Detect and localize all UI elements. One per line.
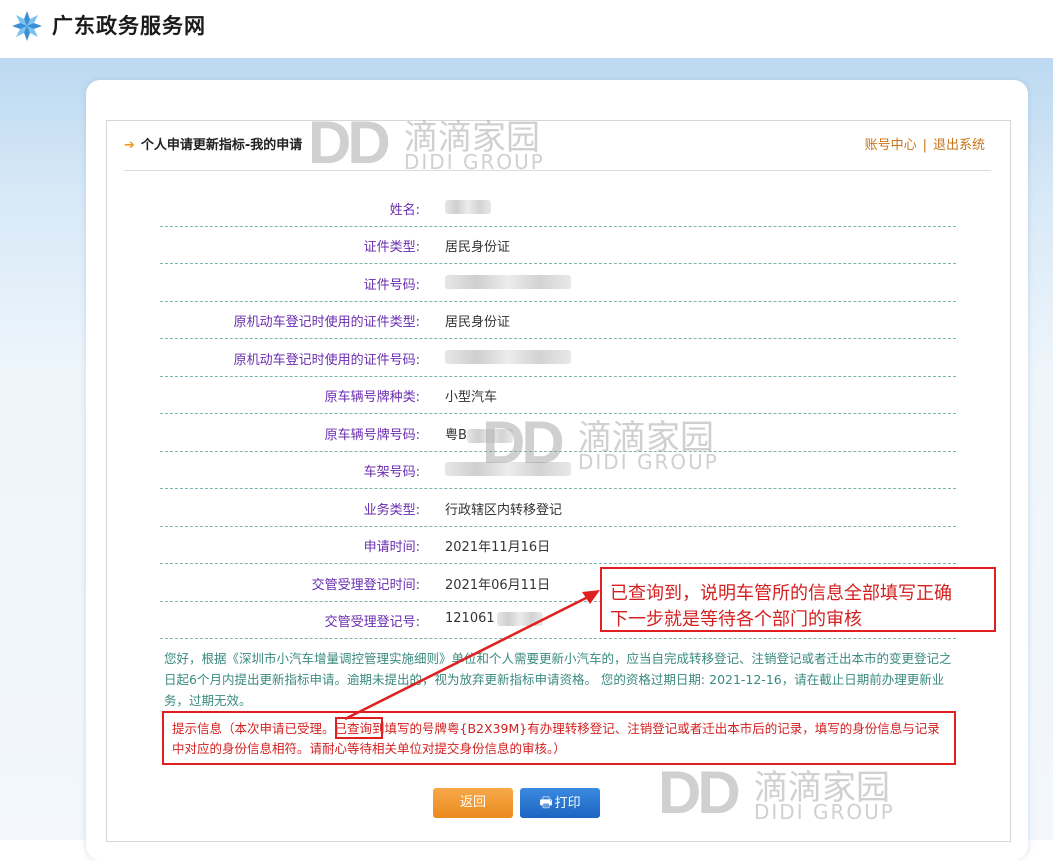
annotation-line-2: 下一步就是等待各个部门的审核: [610, 609, 862, 630]
field-label: 证件号码:: [363, 278, 420, 293]
redacted-value: [445, 461, 571, 476]
redacted-value: [496, 611, 543, 626]
notice-text: 您好，根据《深圳市小汽车增量调控管理实施细则》单位和个人需要更新小汽车的，应当自…: [164, 651, 952, 708]
highlight-box: [335, 717, 383, 739]
field-label: 原车辆号牌种类:: [324, 390, 420, 405]
field-row-plate-type: 原车辆号牌种类: 小型汽车: [160, 376, 956, 414]
redacted-value: [445, 349, 571, 364]
panel-title: ➔ 个人申请更新指标-我的申请: [124, 134, 302, 153]
redacted-value: [466, 428, 513, 443]
panel-title-text: 个人申请更新指标-我的申请: [140, 138, 303, 153]
site-title[interactable]: 广东政务服务网: [52, 10, 206, 40]
title-divider: [124, 170, 991, 171]
field-value: 居民身份证: [445, 240, 511, 255]
field-row-vin: 车架号码:: [160, 451, 956, 489]
print-button-label: 打印: [554, 796, 581, 811]
field-label: 车架号码:: [363, 465, 420, 480]
annotation-line-1: 已查询到，说明车管所的信息全部填写正确: [610, 583, 952, 604]
field-label: 证件类型:: [363, 240, 420, 255]
back-button[interactable]: 返回: [433, 788, 513, 818]
field-row-name: 姓名:: [160, 189, 956, 227]
field-value: [445, 274, 571, 289]
print-button[interactable]: 🖶 打印: [520, 788, 600, 818]
field-row-id-type: 证件类型: 居民身份证: [160, 226, 956, 264]
field-value: 粤B: [445, 424, 513, 443]
field-row-plate-number: 原车辆号牌号码: 粤B: [160, 414, 956, 452]
field-label: 原机动车登记时使用的证件类型:: [233, 315, 420, 330]
field-value: 居民身份证: [445, 315, 511, 330]
printer-icon: 🖶: [539, 795, 553, 811]
field-value: 2021年11月16日: [445, 540, 551, 555]
link-separator: |: [922, 138, 927, 153]
logout-link[interactable]: 退出系统: [933, 138, 985, 153]
field-value: 小型汽车: [445, 390, 498, 405]
site-logo-icon[interactable]: [10, 9, 44, 43]
field-row-business-type: 业务类型: 行政辖区内转移登记: [160, 489, 956, 527]
tip-box: 提示信息（本次申请已受理。已查询到填写的号牌粤{B2X39M}有办理转移登记、注…: [162, 711, 956, 765]
field-label: 交管受理登记号:: [324, 615, 420, 630]
field-value: 2021年06月11日: [445, 578, 551, 593]
field-label: 交管受理登记时间:: [311, 578, 420, 593]
top-bar: 广东政务服务网: [0, 0, 1053, 58]
field-row-orig-id-number: 原机动车登记时使用的证件号码:: [160, 339, 956, 377]
arrow-right-icon: ➔: [124, 138, 135, 153]
account-center-link[interactable]: 账号中心: [865, 138, 917, 153]
annotation-callout: 已查询到，说明车管所的信息全部填写正确 下一步就是等待各个部门的审核: [600, 567, 996, 632]
field-row-apply-time: 申请时间: 2021年11月16日: [160, 526, 956, 564]
field-value: 121061: [445, 611, 543, 626]
field-label: 申请时间:: [363, 540, 420, 555]
field-label: 业务类型:: [363, 503, 420, 518]
field-label: 姓名:: [389, 203, 420, 218]
field-row-orig-id-type: 原机动车登记时使用的证件类型: 居民身份证: [160, 301, 956, 339]
account-links: 账号中心 | 退出系统: [865, 134, 985, 153]
field-value: [445, 349, 571, 364]
field-value: [445, 461, 571, 476]
field-value: [445, 199, 491, 214]
tip-text: 提示信息（本次申请已受理。已查询到填写的号牌粤{B2X39M}有办理转移登记、注…: [172, 721, 940, 756]
field-label: 原机动车登记时使用的证件号码:: [233, 353, 420, 368]
field-value: 行政辖区内转移登记: [445, 503, 563, 518]
field-row-id-number: 证件号码:: [160, 264, 956, 302]
redacted-value: [445, 199, 491, 214]
redacted-value: [445, 274, 571, 289]
field-label: 原车辆号牌号码:: [324, 428, 420, 443]
